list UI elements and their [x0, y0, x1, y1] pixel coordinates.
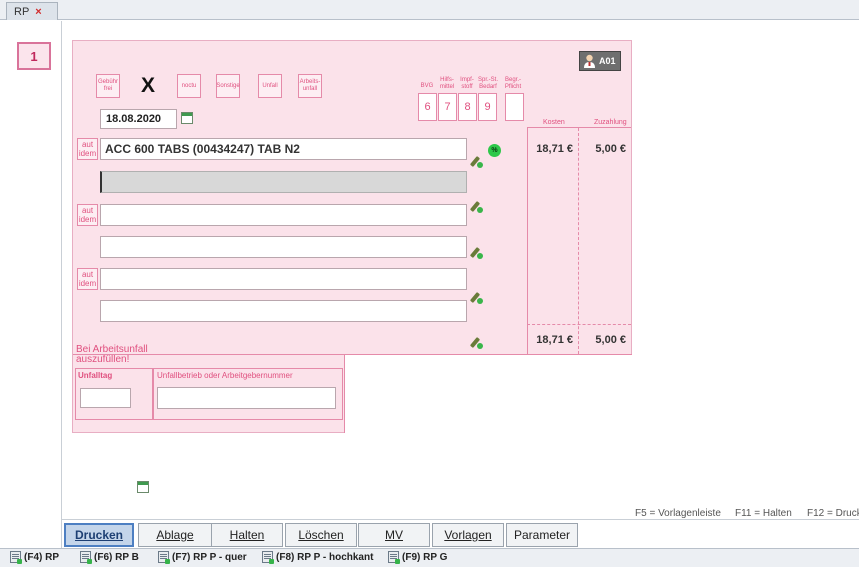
aut-idem-3[interactable]: aut idem [77, 268, 98, 290]
header-sprechstundenbedarf: Spr.-St. Bedarf [477, 77, 498, 90]
unfalltag-input[interactable] [80, 388, 131, 408]
edit-icon[interactable] [470, 291, 483, 304]
status-f9-rp-g[interactable]: (F9) RP G [388, 551, 448, 564]
date-value: 18.08.2020 [106, 113, 162, 125]
status-label: (F4) RP [24, 551, 59, 563]
medication-field-3[interactable] [100, 204, 467, 226]
page-thumbnail[interactable]: 1 [17, 42, 51, 70]
close-icon[interactable]: × [35, 6, 41, 18]
status-f4-rp[interactable]: (F4) RP [10, 551, 59, 564]
date-field[interactable]: 18.08.2020 [100, 109, 177, 129]
checkbox-sonstige[interactable]: Sonstige [216, 74, 240, 98]
drucken-button[interactable]: Drucken [64, 523, 134, 547]
price-column-divider [527, 128, 528, 354]
mv-button[interactable]: MV [358, 523, 430, 547]
checkbox-gebuehrenpflichtig[interactable]: X [136, 73, 160, 99]
aut-idem-1[interactable]: aut idem [77, 138, 98, 160]
shortcut-f5: F5 = Vorlagenleiste [635, 508, 721, 519]
doctor-badge[interactable]: A01 [579, 51, 621, 71]
header-bvg: BVG [420, 83, 434, 89]
calendar-icon[interactable] [181, 112, 193, 124]
edit-icon[interactable] [470, 155, 483, 168]
shortcut-f12: F12 = Drucke [807, 508, 859, 519]
status-f8-rp-p-hochkant[interactable]: (F8) RP P - hochkant [262, 551, 374, 564]
kosten-header: Kosten [543, 119, 565, 126]
status-label: (F7) RP P - quer [172, 551, 247, 563]
total-zuzahlung: 5,00 € [595, 334, 626, 346]
toolbar-separator [62, 519, 859, 520]
user-icon [584, 54, 595, 68]
doctor-badge-label: A01 [599, 56, 616, 66]
halten-button[interactable]: Halten [211, 523, 283, 547]
kosten-value-1: 18,71 € [536, 143, 573, 155]
header-hilfsmittel: Hilfs-mittel [439, 77, 455, 90]
checkbox-noctu[interactable]: noctu [177, 74, 201, 98]
prescription-form: A01 Gebühr frei X noctu Sonstige Unfall … [72, 40, 632, 493]
status-label: (F8) RP P - hochkant [276, 551, 374, 563]
white-panel [344, 354, 632, 433]
box-begruendungspflicht[interactable] [505, 93, 524, 121]
tab-rp[interactable]: RP × [6, 2, 58, 20]
work-accident-note: Bei Arbeitsunfall auszufüllen! [76, 344, 148, 365]
page-strip: 1 [0, 21, 62, 548]
vorlagen-button[interactable]: Vorlagen [432, 523, 504, 547]
form-icon [10, 551, 22, 564]
header-begruendungspflicht: Begr.-Pflicht [504, 77, 522, 90]
zuzahlung-header: Zuzahlung [594, 119, 627, 126]
edit-icon[interactable] [470, 246, 483, 259]
medication-field-1[interactable]: ACC 600 TABS (00434247) TAB N2 [100, 138, 467, 160]
app-window: RP × 1 A01 Gebühr frei X noctu Sonstige … [0, 0, 859, 567]
edit-icon[interactable] [470, 200, 483, 213]
box-sprechstundenbedarf[interactable]: 9 [478, 93, 497, 121]
total-kosten: 18,71 € [536, 334, 573, 346]
status-f7-rp-p-quer[interactable]: (F7) RP P - quer [158, 551, 247, 564]
box-impfstoff[interactable]: 8 [458, 93, 477, 121]
medication-field-5[interactable] [100, 268, 467, 290]
status-label: (F9) RP G [402, 551, 448, 563]
percent-icon[interactable]: % [488, 144, 501, 157]
zuzahlung-value-1: 5,00 € [595, 143, 626, 155]
checkbox-gebuehr-frei[interactable]: Gebühr frei [96, 74, 120, 98]
aut-idem-2[interactable]: aut idem [77, 204, 98, 226]
price-dashed-divider [578, 128, 579, 354]
medication-field-2[interactable] [100, 171, 467, 193]
status-label: (F6) RP B [94, 551, 139, 563]
box-bvg[interactable]: 6 [418, 93, 437, 121]
status-f6-rp-b[interactable]: (F6) RP B [80, 551, 139, 564]
form-icon [80, 551, 92, 564]
medication-field-6[interactable] [100, 300, 467, 322]
calendar-icon[interactable] [137, 481, 149, 493]
tab-label: RP [14, 5, 30, 18]
loeschen-button[interactable]: Löschen [285, 523, 357, 547]
medication-field-4[interactable] [100, 236, 467, 258]
checkbox-arbeitsunfall[interactable]: Arbeits-unfall [298, 74, 322, 98]
tab-bar: RP × [0, 0, 859, 20]
edit-icon[interactable] [470, 336, 483, 349]
work-accident-top-line [73, 354, 344, 355]
unfallbetrieb-input[interactable] [157, 387, 336, 409]
form-icon [388, 551, 400, 564]
parameter-button[interactable]: Parameter [506, 523, 578, 547]
unfalltag-label: Unfalltag [78, 371, 113, 380]
shortcut-f11: F11 = Halten [735, 508, 792, 519]
unfallbetrieb-label: Unfallbetrieb oder Arbeitgebernummer [157, 371, 293, 380]
box-hilfsmittel[interactable]: 7 [438, 93, 457, 121]
ablage-button[interactable]: Ablage [138, 523, 212, 547]
header-impfstoff: Impf-stoff [460, 77, 474, 90]
form-icon [158, 551, 170, 564]
price-top-line [527, 127, 631, 128]
form-icon [262, 551, 274, 564]
price-total-line [527, 324, 631, 325]
checkbox-unfall[interactable]: Unfall [258, 74, 282, 98]
